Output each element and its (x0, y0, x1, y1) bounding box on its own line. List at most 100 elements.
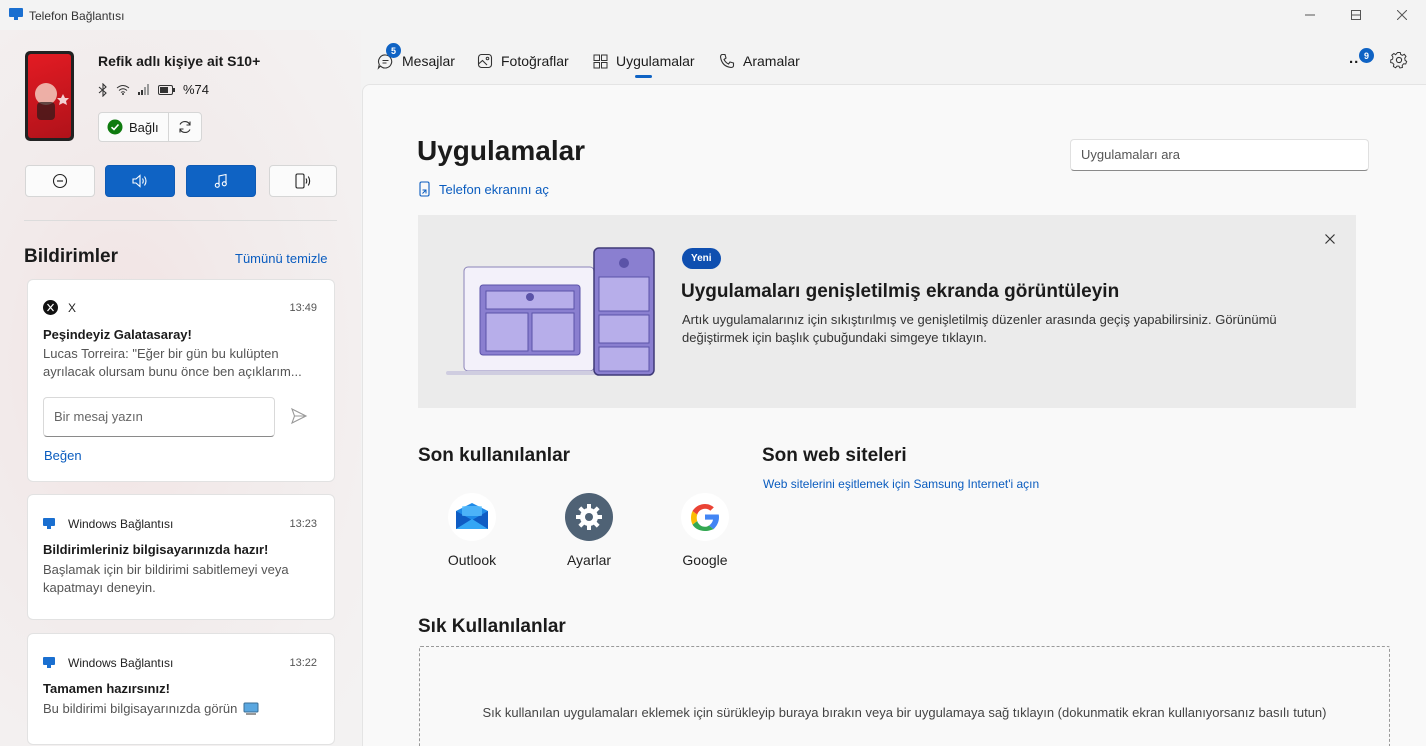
banner-title: Uygulamaları genişletilmiş ekranda görün… (681, 281, 1120, 302)
tab-label: Fotoğraflar (501, 53, 569, 69)
audio-button[interactable] (105, 165, 175, 197)
clear-all-link[interactable]: Tümünü temizle (235, 251, 327, 266)
wifi-icon (116, 85, 130, 95)
minimize-icon (1305, 14, 1315, 16)
windows-link-icon (43, 657, 55, 668)
close-icon (1325, 234, 1335, 244)
samsung-internet-link[interactable]: Web sitelerini eşitlemek için Samsung In… (763, 477, 1039, 491)
phone-link-app-icon (9, 8, 23, 20)
app-outlook[interactable]: Outlook (427, 493, 517, 568)
device-status-row: %74 (98, 82, 209, 97)
devices-illustration (446, 247, 655, 376)
banner-close-button[interactable] (1324, 233, 1336, 248)
signal-icon (138, 84, 149, 95)
apps-grid-icon (593, 54, 608, 68)
outlook-icon (456, 503, 488, 529)
app-settings[interactable]: Ayarlar (544, 493, 634, 568)
phone-audio-button[interactable] (269, 165, 337, 197)
notification-title: Bildirimleriniz bilgisayarınızda hazır! (43, 542, 269, 557)
battery-level: %74 (183, 82, 210, 97)
notification-app-name: Windows Bağlantısı (68, 656, 174, 670)
notification-title: Peşindeyiz Galatasaray! (43, 327, 192, 342)
connected-status-button[interactable]: Bağlı (99, 113, 169, 141)
main-content: Uygulamalar Telefon ekranını aç Uygulama… (362, 84, 1426, 746)
notification-body: Lucas Torreira: "Eğer bir gün bu kulüpte… (43, 346, 302, 379)
app-google[interactable]: Google (660, 493, 750, 568)
media-button[interactable] (186, 165, 256, 197)
connected-label: Bağlı (129, 119, 159, 135)
maximize-icon (1351, 10, 1361, 20)
favorites-hint: Sık kullanılan uygulamaları eklemek için… (482, 705, 1327, 720)
check-circle-icon (107, 119, 123, 135)
phone-screen-icon (419, 181, 430, 197)
phone-wallpaper (28, 54, 71, 138)
app-label: Ayarlar (566, 552, 612, 568)
notification-card[interactable]: X 13:49 Peşindeyiz Galatasaray! Lucas To… (27, 279, 335, 482)
tab-label: Uygulamalar (616, 53, 695, 69)
notifications-title: Bildirimler (24, 246, 118, 267)
gear-icon (1390, 51, 1408, 69)
music-note-icon (214, 173, 227, 188)
phone-speaker-icon (295, 173, 311, 189)
tab-calls[interactable]: Aramalar (719, 49, 800, 73)
phone-call-icon (719, 53, 735, 69)
phone-thumbnail (25, 51, 74, 141)
notification-app-name: Windows Bağlantısı (68, 517, 174, 531)
banner-body: Artık uygulamalarınız için sıkıştırılmış… (682, 312, 1277, 345)
page-title: Uygulamalar (417, 135, 586, 166)
open-phone-screen-link[interactable]: Telefon ekranını aç (419, 181, 549, 197)
app-label: Google (682, 552, 728, 568)
new-badge: Yeni (682, 248, 721, 269)
windows-link-icon (43, 518, 55, 529)
computer-emoji-icon (243, 702, 259, 715)
tab-label: Aramalar (743, 53, 800, 69)
notification-card[interactable]: Windows Bağlantısı 13:23 Bildirimleriniz… (27, 494, 335, 620)
notification-body: Başlamak için bir bildirimi sabitlemeyi … (43, 562, 289, 595)
favorites-drop-zone[interactable]: Sık kullanılan uygulamaları eklemek için… (419, 646, 1390, 746)
connection-control: Bağlı (98, 112, 202, 142)
close-icon (1397, 10, 1407, 20)
left-pane: Refik adlı kişiye ait S10+ %74 Bağlı Bil… (0, 30, 361, 746)
reply-input[interactable]: Bir mesaj yazın (43, 397, 275, 437)
maximize-window-button[interactable] (1333, 0, 1379, 30)
refresh-icon (179, 121, 191, 133)
app-label: Outlook (447, 552, 497, 568)
info-banner: Yeni Uygulamaları genişletilmiş ekranda … (418, 215, 1356, 408)
favorites-title: Sık Kullanılanlar (418, 616, 566, 637)
do-not-disturb-button[interactable] (25, 165, 95, 197)
x-app-icon (43, 300, 58, 315)
window-title: Telefon Bağlantısı (29, 9, 125, 23)
recent-apps-title: Son kullanılanlar (418, 445, 571, 466)
settings-app-icon (576, 504, 602, 530)
notification-time: 13:49 (289, 302, 317, 314)
notification-body: Bu bildirimi bilgisayarınızda görün (43, 701, 238, 716)
tab-photos[interactable]: Fotoğraflar (477, 49, 569, 73)
notification-time: 13:23 (289, 518, 317, 530)
tab-apps[interactable]: Uygulamalar (593, 49, 695, 73)
apps-search-input[interactable]: Uygulamaları ara (1070, 139, 1369, 171)
close-window-button[interactable] (1379, 0, 1425, 30)
more-options-button[interactable]: .. (1349, 50, 1359, 67)
battery-icon (158, 84, 175, 95)
minimize-window-button[interactable] (1287, 0, 1333, 30)
open-phone-screen-label: Telefon ekranını aç (439, 181, 549, 197)
refresh-button[interactable] (169, 113, 201, 141)
title-bar: Telefon Bağlantısı (0, 0, 1426, 30)
notification-time: 13:22 (289, 657, 317, 669)
flag-crescent-icon (35, 83, 69, 120)
active-tab-indicator (635, 75, 652, 78)
notification-app-name: X (68, 301, 77, 315)
tab-label: Mesajlar (402, 53, 455, 69)
settings-button[interactable] (1390, 51, 1408, 72)
like-action[interactable]: Beğen (44, 448, 82, 463)
notification-card[interactable]: Windows Bağlantısı 13:22 Tamamen hazırsı… (27, 633, 335, 745)
divider (24, 220, 337, 221)
notification-body-row: Bu bildirimi bilgisayarınızda görün (43, 700, 323, 718)
send-icon[interactable] (290, 407, 308, 425)
more-options-badge: 9 (1359, 48, 1374, 63)
speaker-icon (132, 174, 147, 188)
messages-badge: 5 (386, 43, 401, 58)
bluetooth-icon (98, 82, 107, 97)
do-not-disturb-icon (52, 173, 68, 189)
recent-websites-title: Son web siteleri (762, 445, 907, 466)
